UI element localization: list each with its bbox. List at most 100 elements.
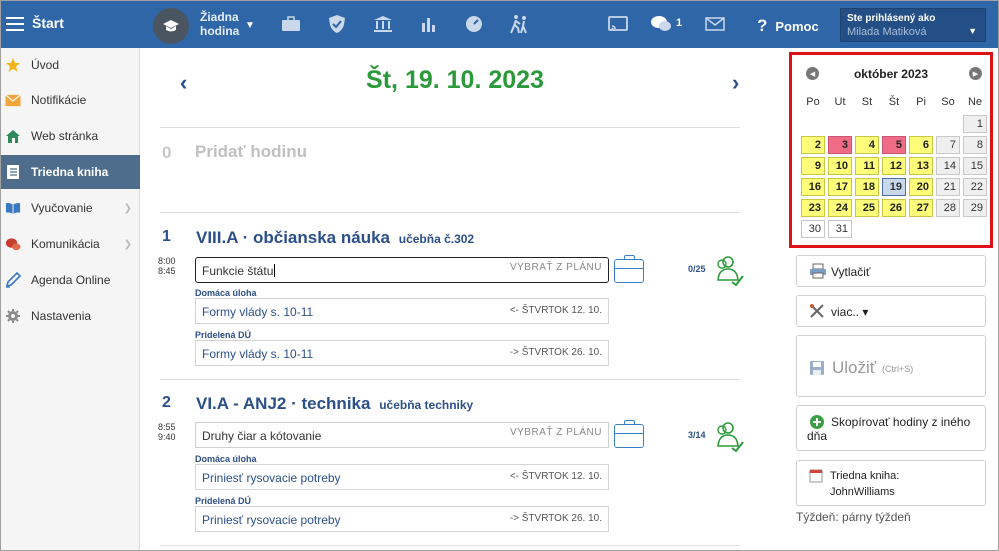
lesson-topic-input[interactable]: Druhy čiar a kótovanie VYBRAŤ Z PLÁNU	[195, 422, 609, 448]
homework-due: <- ŠTVRTOK 12. 10.	[509, 305, 602, 316]
pick-from-plan-button[interactable]: VYBRAŤ Z PLÁNU	[510, 262, 602, 273]
copy-lessons-button[interactable]: Skopírovať hodiny z iného dňa	[796, 405, 986, 451]
lesson-class-subject: VIII.A · občianska náuka	[196, 228, 390, 247]
mail-icon[interactable]	[704, 13, 726, 35]
calendar-day[interactable]: 3	[828, 136, 852, 154]
calendar-day[interactable]: 18	[855, 178, 879, 196]
calendar-day[interactable]: 26	[882, 199, 906, 217]
shield-icon[interactable]	[326, 13, 348, 35]
divider	[160, 379, 740, 380]
add-lesson-button[interactable]: Pridať hodinu	[195, 142, 307, 162]
calendar-day[interactable]: 24	[828, 199, 852, 217]
calendar-day[interactable]: 29	[963, 199, 987, 217]
sidebar-item-label: Nastavenia	[31, 309, 92, 323]
classbook-button[interactable]: Triedna kniha: JohnWilliams	[796, 460, 986, 506]
calendar-day[interactable]: 15	[963, 157, 987, 175]
calendar-day[interactable]: 30	[801, 220, 825, 238]
calendar-day[interactable]: 14	[936, 157, 960, 175]
save-button[interactable]: Uložiť (Ctrl+S)	[796, 335, 986, 397]
sidebar-item-label: Web stránka	[31, 129, 99, 143]
logged-in-label: Ste prihlásený ako	[847, 13, 936, 24]
weekday-header: Ut	[834, 96, 846, 108]
sidebar-item-nastavenia[interactable]: Nastavenia	[0, 299, 140, 333]
assigned-value: Formy vlády s. 10-11	[202, 347, 314, 361]
sidebar-item-komunikacia[interactable]: Komunikácia ❯	[0, 227, 140, 261]
week-type-note: Týždeň: párny týždeň	[796, 510, 911, 524]
sidebar-item-notifikacie[interactable]: Notifikácie	[0, 83, 140, 117]
assigned-value: Priniesť rysovacie potreby	[202, 513, 341, 527]
calendar-day[interactable]: 5	[882, 136, 906, 154]
assigned-due: -> ŠTVRTOK 26. 10.	[509, 347, 602, 358]
sidebar-item-agenda[interactable]: Agenda Online	[0, 263, 140, 297]
user-menu[interactable]: Ste prihlásený ako Milada Matiková ▼	[840, 8, 986, 42]
calendar-day[interactable]: 6	[909, 136, 933, 154]
calendar-day[interactable]: 13	[909, 157, 933, 175]
calendar-day[interactable]: 8	[963, 136, 987, 154]
assigned-homework-field[interactable]: Formy vlády s. 10-11 -> ŠTVRTOK 26. 10.	[195, 340, 609, 366]
divider	[160, 545, 740, 546]
chevron-right-icon: ❯	[123, 202, 132, 214]
topic-value: Druhy čiar a kótovanie	[202, 429, 322, 443]
date-navigation: ‹ Št, 19. 10. 2023 ›	[160, 62, 750, 102]
calendar-day[interactable]: 27	[909, 199, 933, 217]
chat-bubbles-icon[interactable]	[650, 13, 672, 35]
home-link[interactable]: Štart	[32, 15, 64, 31]
homework-field[interactable]: Formy vlády s. 10-11 <- ŠTVRTOK 12. 10.	[195, 298, 609, 324]
calendar-day[interactable]: 7	[936, 136, 960, 154]
assigned-homework-label: Pridelená DÚ	[195, 496, 252, 506]
calendar-day[interactable]: 23	[801, 199, 825, 217]
lesson-title[interactable]: VI.A - ANJ2 · technika učebňa techniky	[196, 394, 473, 414]
attendance-people-icon[interactable]	[712, 420, 744, 453]
attendance-people-icon[interactable]	[712, 254, 744, 287]
top-bar: Štart Žiadna hodina ▼ 1 ? Pomoc Ste prih…	[0, 0, 999, 48]
calendar-day[interactable]: 17	[828, 178, 852, 196]
print-button[interactable]: Vytlačiť	[796, 255, 986, 287]
lesson-title[interactable]: VIII.A · občianska náuka učebňa č.302	[196, 228, 474, 248]
pen-icon	[5, 272, 21, 288]
lesson-topic-input[interactable]: Funkcie štátu VYBRAŤ Z PLÁNU	[195, 257, 609, 283]
sidebar-item-web[interactable]: Web stránka	[0, 119, 140, 153]
calendar-day[interactable]: 9	[801, 157, 825, 175]
next-month-icon[interactable]: ▶	[969, 67, 982, 80]
calendar-day[interactable]: 1	[963, 115, 987, 133]
cast-icon[interactable]	[607, 13, 629, 35]
calendar-day[interactable]: 28	[936, 199, 960, 217]
calendar-day[interactable]: 12	[882, 157, 906, 175]
hiking-icon[interactable]	[508, 13, 530, 35]
sidebar-item-triedna-kniha[interactable]: Triedna kniha	[0, 155, 140, 189]
briefcase-icon[interactable]	[280, 13, 302, 35]
question-icon: ?	[757, 16, 768, 35]
calendar-day[interactable]: 2	[801, 136, 825, 154]
calendar-day[interactable]: 31	[828, 220, 852, 238]
divider	[160, 127, 740, 128]
chevron-down-icon[interactable]: ▼	[245, 20, 255, 31]
current-lesson-selector[interactable]: Žiadna hodina	[200, 10, 239, 38]
current-date: Št, 19. 10. 2023	[366, 66, 544, 94]
institution-icon[interactable]	[372, 13, 394, 35]
lesson-time-to: 9:40	[158, 432, 176, 442]
pick-from-plan-button[interactable]: VYBRAŤ Z PLÁNU	[510, 427, 602, 438]
calendar-day[interactable]: 11	[855, 157, 879, 175]
dashboard-icon[interactable]	[463, 13, 485, 35]
calendar-day[interactable]: 21	[936, 178, 960, 196]
calendar-day[interactable]: 4	[855, 136, 879, 154]
briefcase-icon[interactable]	[614, 255, 644, 283]
help-link[interactable]: ? Pomoc	[757, 16, 819, 36]
briefcase-icon[interactable]	[614, 420, 644, 448]
graduation-cap-icon[interactable]	[153, 8, 189, 44]
calendar-day[interactable]: 19	[882, 178, 906, 196]
menu-icon[interactable]	[6, 16, 24, 32]
more-button[interactable]: viac.. ▾	[796, 295, 986, 327]
calendar-day[interactable]: 10	[828, 157, 852, 175]
sidebar-item-label: Úvod	[31, 58, 60, 72]
assigned-homework-field[interactable]: Priniesť rysovacie potreby -> ŠTVRTOK 26…	[195, 506, 609, 532]
bar-chart-icon[interactable]	[418, 13, 440, 35]
calendar-day[interactable]: 25	[855, 199, 879, 217]
sidebar-item-uvod[interactable]: Úvod	[0, 48, 140, 82]
homework-field[interactable]: Prinies­ť rysovacie potreby <- ŠTVRTOK 1…	[195, 464, 609, 490]
calendar-day[interactable]: 16	[801, 178, 825, 196]
calendar-day[interactable]: 22	[963, 178, 987, 196]
next-day-icon[interactable]: ›	[732, 70, 739, 96]
sidebar-item-vyucovanie[interactable]: Vyučovanie ❯	[0, 191, 140, 225]
calendar-day[interactable]: 20	[909, 178, 933, 196]
